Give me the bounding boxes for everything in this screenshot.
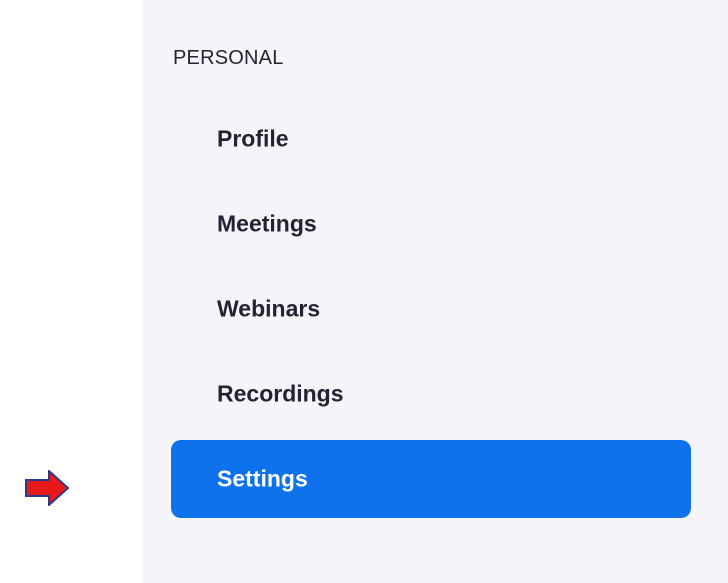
sidebar-item-label: Profile <box>217 125 289 152</box>
page: PERSONAL Profile Meetings Webinars Recor… <box>0 0 728 583</box>
sidebar-item-settings[interactable]: Settings <box>171 440 691 518</box>
sidebar: PERSONAL Profile Meetings Webinars Recor… <box>142 0 728 583</box>
sidebar-item-meetings[interactable]: Meetings <box>171 185 691 263</box>
sidebar-item-recordings[interactable]: Recordings <box>171 355 691 433</box>
sidebar-item-label: Webinars <box>217 295 321 322</box>
sidebar-item-profile[interactable]: Profile <box>171 100 691 178</box>
section-label-personal: PERSONAL <box>173 47 284 69</box>
sidebar-item-label: Recordings <box>217 380 344 407</box>
sidebar-nav-list: Profile Meetings Webinars Recordings Set… <box>171 100 691 525</box>
sidebar-item-label: Meetings <box>217 210 317 237</box>
sidebar-item-label: Settings <box>217 465 308 492</box>
right-arrow-icon <box>25 470 69 506</box>
sidebar-item-webinars[interactable]: Webinars <box>171 270 691 348</box>
